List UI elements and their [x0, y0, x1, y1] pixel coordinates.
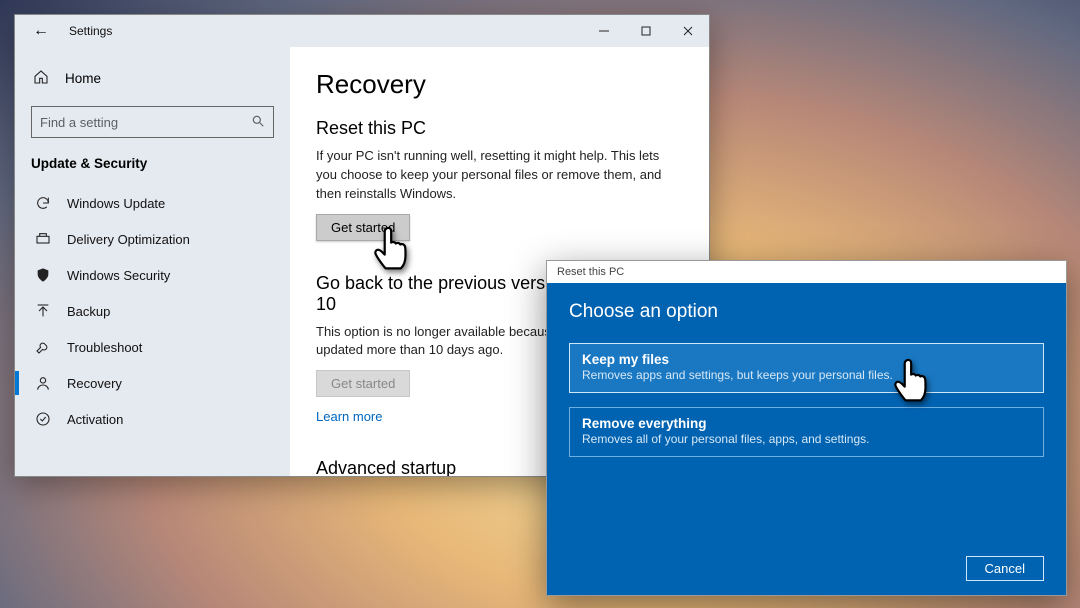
titlebar: ← Settings [15, 15, 709, 47]
goback-get-started-button: Get started [316, 370, 410, 397]
sidebar-item-troubleshoot[interactable]: Troubleshoot [15, 329, 290, 365]
search-input[interactable]: Find a setting [31, 106, 274, 138]
sidebar-home-label: Home [65, 71, 101, 86]
recovery-icon [35, 375, 51, 391]
sidebar-item-label: Backup [67, 304, 110, 319]
dialog-title: Reset this PC [547, 261, 1066, 283]
maximize-button[interactable] [625, 15, 667, 47]
page-heading: Recovery [316, 69, 683, 100]
reset-heading: Reset this PC [316, 118, 683, 139]
search-placeholder: Find a setting [40, 115, 118, 130]
option-title: Remove everything [582, 416, 1031, 431]
option-desc: Removes all of your personal files, apps… [582, 432, 1031, 446]
reset-body: If your PC isn't running well, resetting… [316, 147, 683, 204]
home-icon [33, 69, 49, 88]
wrench-icon [35, 339, 51, 355]
get-started-button[interactable]: Get started [316, 214, 410, 241]
window-title: Settings [69, 24, 112, 38]
sidebar-item-label: Troubleshoot [67, 340, 142, 355]
sidebar-item-label: Delivery Optimization [67, 232, 190, 247]
sidebar-item-delivery-optimization[interactable]: Delivery Optimization [15, 221, 290, 257]
search-icon [251, 114, 265, 131]
sidebar-item-backup[interactable]: Backup [15, 293, 290, 329]
sidebar: Home Find a setting Update & Security Wi… [15, 47, 290, 476]
sync-icon [35, 195, 51, 211]
sidebar-item-windows-update[interactable]: Windows Update [15, 185, 290, 221]
close-button[interactable] [667, 15, 709, 47]
option-remove-everything[interactable]: Remove everything Removes all of your pe… [569, 407, 1044, 457]
dialog-heading: Choose an option [569, 301, 1044, 323]
sidebar-item-label: Windows Update [67, 196, 165, 211]
backup-icon [35, 303, 51, 319]
reset-pc-dialog: Reset this PC Choose an option Keep my f… [546, 260, 1067, 596]
sidebar-item-label: Windows Security [67, 268, 170, 283]
sidebar-item-home[interactable]: Home [21, 61, 290, 96]
activation-icon [35, 411, 51, 427]
sidebar-item-label: Activation [67, 412, 123, 427]
delivery-icon [35, 231, 51, 247]
cancel-button[interactable]: Cancel [966, 556, 1044, 581]
option-title: Keep my files [582, 352, 1031, 367]
learn-more-link[interactable]: Learn more [316, 409, 382, 424]
sidebar-item-recovery[interactable]: Recovery [15, 365, 290, 401]
sidebar-item-activation[interactable]: Activation [15, 401, 290, 437]
shield-icon [35, 267, 51, 283]
option-desc: Removes apps and settings, but keeps you… [582, 368, 1031, 382]
back-icon[interactable]: ← [33, 22, 49, 40]
sidebar-item-windows-security[interactable]: Windows Security [15, 257, 290, 293]
minimize-button[interactable] [583, 15, 625, 47]
sidebar-section-label: Update & Security [15, 152, 290, 185]
sidebar-item-label: Recovery [67, 376, 122, 391]
option-keep-my-files[interactable]: Keep my files Removes apps and settings,… [569, 343, 1044, 393]
